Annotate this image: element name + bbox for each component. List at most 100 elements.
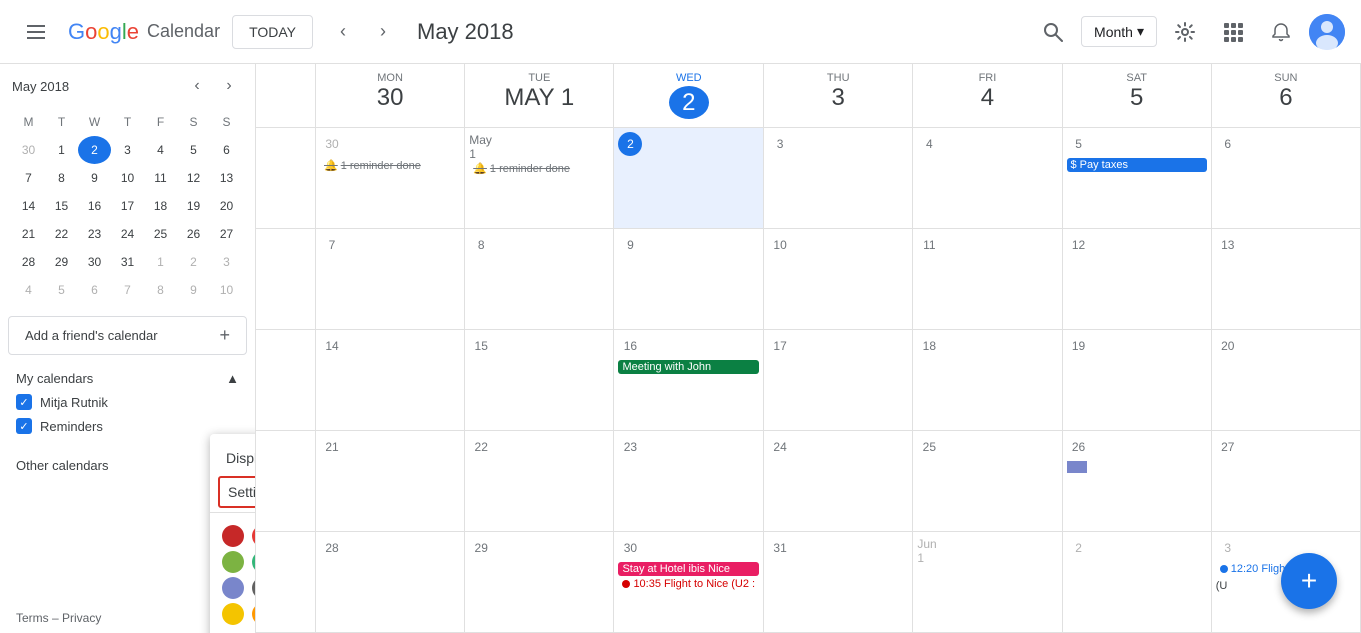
day-cell-28[interactable]: 28 <box>316 532 465 633</box>
day-cell-29[interactable]: 29 <box>465 532 614 633</box>
view-dropdown[interactable]: Month ▾ <box>1081 16 1157 47</box>
day-cell-jun1[interactable]: Jun 1 <box>913 532 1062 633</box>
day-cell-30-apr[interactable]: 30 🔔 1 reminder done <box>316 128 465 229</box>
day-cell-12[interactable]: 12 <box>1063 229 1212 330</box>
display-only-menu-item[interactable]: Display this only <box>210 442 256 474</box>
mini-cal-day[interactable]: 15 <box>45 192 78 220</box>
add-friend-calendar[interactable]: Add a friend's calendar + <box>8 316 247 355</box>
menu-button[interactable] <box>16 12 56 52</box>
mini-cal-day[interactable]: 10 <box>210 276 243 304</box>
event-hotel[interactable]: Stay at Hotel ibis Nice <box>618 562 759 576</box>
day-cell-8[interactable]: 8 <box>465 229 614 330</box>
mini-cal-day[interactable]: 25 <box>144 220 177 248</box>
mini-cal-day[interactable]: 16 <box>78 192 111 220</box>
mini-cal-day[interactable]: 31 <box>111 248 144 276</box>
event-flight[interactable]: 10:35 Flight to Nice (U2 : <box>618 577 759 591</box>
color-blueberry[interactable] <box>222 551 244 573</box>
day-cell-27[interactable]: 27 <box>1212 431 1361 532</box>
day-cell-11[interactable]: 11 <box>913 229 1062 330</box>
mini-cal-day[interactable]: 10 <box>111 164 144 192</box>
mini-cal-day[interactable]: 19 <box>177 192 210 220</box>
mini-cal-day[interactable]: 6 <box>210 136 243 164</box>
mini-cal-day[interactable]: 27 <box>210 220 243 248</box>
day-cell-may2[interactable]: 2 <box>614 128 764 229</box>
mini-cal-day[interactable]: 1 <box>45 136 78 164</box>
notifications-button[interactable] <box>1261 12 1301 52</box>
create-event-fab[interactable]: + <box>1281 553 1337 609</box>
day-cell-13[interactable]: 13 <box>1212 229 1361 330</box>
calendar-checkbox-mitja[interactable]: ✓ <box>16 394 32 410</box>
mini-cal-day[interactable]: 3 <box>111 136 144 164</box>
mini-cal-day[interactable]: 7 <box>111 276 144 304</box>
day-cell-24[interactable]: 24 <box>764 431 913 532</box>
apps-button[interactable] <box>1213 12 1253 52</box>
mini-cal-day[interactable]: 4 <box>12 276 45 304</box>
mini-cal-day[interactable]: 18 <box>144 192 177 220</box>
mini-cal-day[interactable]: 28 <box>12 248 45 276</box>
search-button[interactable] <box>1033 12 1073 52</box>
day-cell-25[interactable]: 25 <box>913 431 1062 532</box>
day-cell-10[interactable]: 10 <box>764 229 913 330</box>
mini-cal-day[interactable]: 9 <box>78 164 111 192</box>
my-calendars-header[interactable]: My calendars ▲ <box>0 367 255 390</box>
color-calendar-4[interactable] <box>222 577 244 599</box>
mini-cal-day[interactable]: 5 <box>177 136 210 164</box>
day-cell-17[interactable]: 17 <box>764 330 913 431</box>
prev-month-button[interactable]: ‹ <box>325 14 361 50</box>
mini-cal-day[interactable]: 5 <box>45 276 78 304</box>
day-cell-15[interactable]: 15 <box>465 330 614 431</box>
mini-cal-day[interactable]: 30 <box>12 136 45 164</box>
next-month-button[interactable]: › <box>365 14 401 50</box>
mini-cal-day[interactable]: 26 <box>177 220 210 248</box>
mini-cal-day[interactable]: 6 <box>78 276 111 304</box>
calendar-checkbox-reminders[interactable]: ✓ <box>16 418 32 434</box>
day-cell-26[interactable]: 26 <box>1063 431 1212 532</box>
mini-cal-day[interactable]: 7 <box>12 164 45 192</box>
mini-cal-day[interactable]: 22 <box>45 220 78 248</box>
today-button[interactable]: TODAY <box>232 15 313 49</box>
event-reminder[interactable]: 🔔 1 reminder done <box>469 161 609 176</box>
color-tomato[interactable] <box>222 525 244 547</box>
mini-cal-day[interactable]: 30 <box>78 248 111 276</box>
mini-cal-day[interactable]: 24 <box>111 220 144 248</box>
day-cell-may1[interactable]: May 1 🔔 1 reminder done <box>465 128 614 229</box>
day-cell-19[interactable]: 19 <box>1063 330 1212 431</box>
mini-cal-day[interactable]: 9 <box>177 276 210 304</box>
day-cell-16[interactable]: 16 Meeting with John <box>614 330 764 431</box>
day-cell-may5[interactable]: 5 $ Pay taxes <box>1063 128 1212 229</box>
day-cell-22[interactable]: 22 <box>465 431 614 532</box>
day-cell-30[interactable]: 30 Stay at Hotel ibis Nice 10:35 Flight … <box>614 532 764 633</box>
mini-cal-today[interactable]: 2 <box>78 136 111 164</box>
day-cell-may6[interactable]: 6 <box>1212 128 1361 229</box>
day-cell-jun2[interactable]: 2 <box>1063 532 1212 633</box>
day-cell-20[interactable]: 20 <box>1212 330 1361 431</box>
user-avatar[interactable] <box>1309 14 1345 50</box>
day-cell-23[interactable]: 23 <box>614 431 764 532</box>
mini-cal-day[interactable]: 13 <box>210 164 243 192</box>
day-cell-18[interactable]: 18 <box>913 330 1062 431</box>
day-cell-may4[interactable]: 4 <box>913 128 1062 229</box>
mini-cal-day[interactable]: 8 <box>45 164 78 192</box>
day-cell-21[interactable]: 21 <box>316 431 465 532</box>
mini-cal-day[interactable]: 8 <box>144 276 177 304</box>
mini-cal-day[interactable]: 1 <box>144 248 177 276</box>
mini-cal-day[interactable]: 12 <box>177 164 210 192</box>
day-cell-may3[interactable]: 3 <box>764 128 913 229</box>
mini-cal-day[interactable]: 3 <box>210 248 243 276</box>
mini-prev-button[interactable]: ‹ <box>183 72 211 100</box>
event-reminder[interactable]: 🔔 1 reminder done <box>320 158 460 173</box>
event-pay-taxes[interactable]: $ Pay taxes <box>1067 158 1207 172</box>
terms-link[interactable]: Terms <box>16 611 49 625</box>
day-cell-7[interactable]: 7 <box>316 229 465 330</box>
mini-cal-day[interactable]: 17 <box>111 192 144 220</box>
day-cell-14[interactable]: 14 <box>316 330 465 431</box>
mini-next-button[interactable]: › <box>215 72 243 100</box>
mini-cal-day[interactable]: 14 <box>12 192 45 220</box>
mini-cal-day[interactable]: 23 <box>78 220 111 248</box>
color-calendar-10[interactable] <box>222 603 244 625</box>
settings-button[interactable] <box>1165 12 1205 52</box>
mini-cal-day[interactable]: 20 <box>210 192 243 220</box>
mini-cal-day[interactable]: 2 <box>177 248 210 276</box>
calendar-item-mitja[interactable]: ✓ Mitja Rutnik <box>0 390 255 414</box>
event-meeting-john[interactable]: Meeting with John <box>618 360 759 374</box>
